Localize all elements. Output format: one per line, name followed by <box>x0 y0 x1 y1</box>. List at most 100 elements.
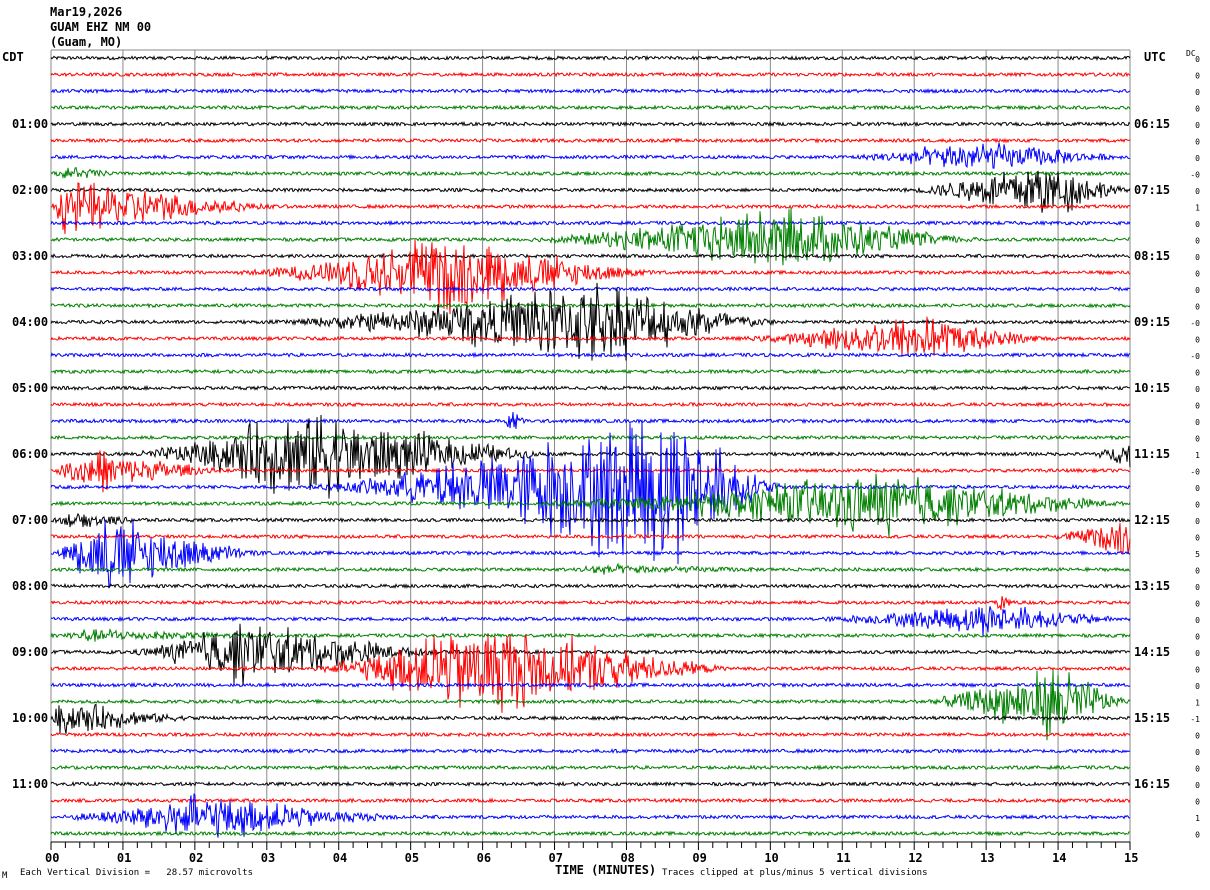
dc-offset-label: 0 <box>1195 369 1200 378</box>
dc-offset-label: 1 <box>1195 204 1200 213</box>
traces <box>50 54 1131 838</box>
dc-offset-label: 0 <box>1195 72 1200 81</box>
dc-offset-label: 0 <box>1195 484 1200 493</box>
seismic-trace-2 <box>50 87 1131 95</box>
helicorder-plot: Mar19,2026 GUAM EHZ NM 00 (Guam, MO) CDT… <box>2 5 1200 881</box>
seismic-trace-32 <box>50 582 1131 590</box>
dc-offset-label: 0 <box>1195 154 1200 163</box>
right-hour-label: 15:15 <box>1134 711 1170 725</box>
dc-offset-label: 0 <box>1195 649 1200 658</box>
seismic-trace-3 <box>51 104 1131 111</box>
right-hour-label: 16:15 <box>1134 777 1170 791</box>
location-label: (Guam, MO) <box>50 35 122 49</box>
x-tick-label: 01 <box>117 851 131 865</box>
seismic-trace-20 <box>50 384 1130 392</box>
dc-offset-label: 0 <box>1195 682 1200 691</box>
dc-offset-label: 5 <box>1195 550 1200 559</box>
left-hour-label: 08:00 <box>12 579 48 593</box>
left-hour-label: 05:00 <box>12 381 48 395</box>
dc-offset-label: 0 <box>1195 583 1200 592</box>
dc-offset-label: 0 <box>1195 798 1200 807</box>
left-hour-label: 11:00 <box>12 777 48 791</box>
dc-offset-label: 0 <box>1195 138 1200 147</box>
dc-offset-label: 0 <box>1195 567 1200 576</box>
dc-offset-label: 0 <box>1195 286 1200 295</box>
dc-offset-label: 0 <box>1195 616 1200 625</box>
seismic-trace-6 <box>50 142 1131 169</box>
dc-offset-label: -0 <box>1190 352 1200 361</box>
dc-offset-label: 0 <box>1195 418 1200 427</box>
dc-offset-label: 0 <box>1195 385 1200 394</box>
x-tick-label: 12 <box>908 851 922 865</box>
x-tick-label: 06 <box>477 851 491 865</box>
dc-offset-label: 0 <box>1195 501 1200 510</box>
x-tick-label: 04 <box>333 851 347 865</box>
seismic-trace-0 <box>50 54 1131 62</box>
right-hour-label: 14:15 <box>1134 645 1170 659</box>
dc-offset-label: 0 <box>1195 666 1200 675</box>
x-tick-label: 10 <box>764 851 778 865</box>
dc-offset-label: 0 <box>1195 748 1200 757</box>
left-hour-label: 07:00 <box>12 513 48 527</box>
dc-offset-label: -1 <box>1190 715 1200 724</box>
right-hour-label: 09:15 <box>1134 315 1170 329</box>
seismic-trace-5 <box>50 137 1131 144</box>
seismic-trace-35 <box>50 628 1131 642</box>
dc-offset-label: 0 <box>1195 220 1200 229</box>
seismic-trace-23 <box>50 434 1131 441</box>
seismic-trace-41 <box>50 731 1131 738</box>
dc-offset-label: 0 <box>1195 435 1200 444</box>
dc-offset-label: 0 <box>1195 237 1200 246</box>
seismic-trace-45 <box>50 797 1131 804</box>
left-hour-label: 02:00 <box>12 183 48 197</box>
seismic-trace-7 <box>50 166 1131 180</box>
left-hour-label: 09:00 <box>12 645 48 659</box>
dc-offset-label: -0 <box>1190 319 1200 328</box>
seismic-trace-44 <box>50 780 1131 788</box>
x-tick-label: 11 <box>836 851 850 865</box>
dc-offset-label: 0 <box>1195 633 1200 642</box>
seismic-trace-19 <box>50 368 1131 375</box>
dc-offset-label: 0 <box>1195 55 1200 64</box>
x-axis: 00 01 02 03 04 05 06 07 08 09 10 11 12 13 14 15 <box>45 841 1138 865</box>
seismic-trace-21 <box>50 401 1131 408</box>
dc-offset-label: 1 <box>1195 814 1200 823</box>
left-hour-label: 01:00 <box>12 117 48 131</box>
dc-offset-label: 0 <box>1195 831 1200 840</box>
date-label: Mar19,2026 <box>50 5 122 19</box>
dc-offset-label: 1 <box>1195 451 1200 460</box>
right-hour-label: 06:15 <box>1134 117 1170 131</box>
seismic-trace-29 <box>50 523 1131 555</box>
dc-offset-label: -0 <box>1190 171 1200 180</box>
seismic-trace-10 <box>50 219 1131 227</box>
dc-offset-label: 0 <box>1195 88 1200 97</box>
seismic-trace-42 <box>50 747 1131 755</box>
dc-offset-label: 1 <box>1195 699 1200 708</box>
left-timezone-label: CDT <box>2 50 24 64</box>
left-hour-label: 04:00 <box>12 315 48 329</box>
division-scale-text: Each Vertical Division = 28.57 microvolt… <box>20 868 253 878</box>
left-hour-label: 10:00 <box>12 711 48 725</box>
corner-mark: M <box>2 871 8 881</box>
dc-offset-label: 0 <box>1195 105 1200 114</box>
dc-offset-label: 0 <box>1195 402 1200 411</box>
seismic-trace-43 <box>50 764 1131 771</box>
seismic-trace-33 <box>50 595 1131 611</box>
seismic-trace-16 <box>50 282 1130 361</box>
dc-offset-label: 0 <box>1195 121 1200 130</box>
clip-note-text: Traces clipped at plus/minus 5 vertical … <box>662 868 928 878</box>
left-hour-label: 03:00 <box>12 249 48 263</box>
x-tick-label: 03 <box>261 851 275 865</box>
dc-offset-label: 0 <box>1195 534 1200 543</box>
dc-offset-label: 0 <box>1195 732 1200 741</box>
dc-offset-label: 0 <box>1195 765 1200 774</box>
x-tick-label: 13 <box>980 851 994 865</box>
station-label: GUAM EHZ NM 00 <box>50 20 151 34</box>
seismic-trace-31 <box>50 562 1131 575</box>
x-tick-label: 09 <box>692 851 706 865</box>
seismic-trace-47 <box>50 830 1130 837</box>
dc-offset-label: 0 <box>1195 600 1200 609</box>
seismic-trace-14 <box>50 285 1131 293</box>
dc-offset-label: 0 <box>1195 517 1200 526</box>
right-timezone-label: UTC <box>1144 50 1166 64</box>
